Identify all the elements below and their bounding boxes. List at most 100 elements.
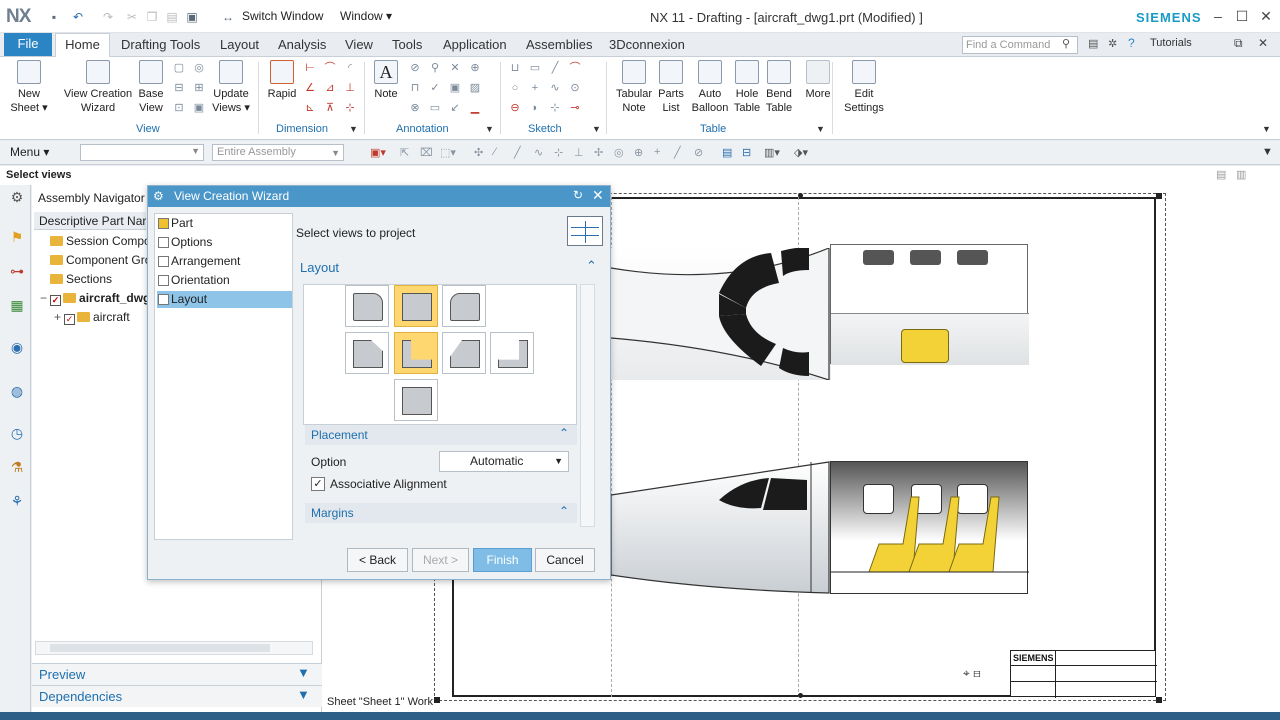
sheet-handle[interactable] [1156, 193, 1162, 199]
chevron-up-icon[interactable]: ⌃ [559, 504, 569, 518]
sketch-ellipse-icon[interactable]: ⊖ [508, 102, 522, 114]
option-select[interactable]: Automatic ▼ [439, 451, 569, 472]
settings-icon[interactable]: ✲ [1108, 37, 1117, 50]
auto-balloon-button[interactable]: Auto Balloon [690, 60, 730, 115]
part-navigator-icon[interactable]: ⚑ [8, 228, 26, 246]
web-browser-icon[interactable]: ◍ [8, 382, 26, 400]
system-materials-icon[interactable]: ⚗ [8, 458, 26, 476]
reuse-library-icon[interactable]: ▦ [8, 296, 26, 314]
sketch-extend-icon[interactable]: ⊸ [568, 102, 582, 114]
list-item[interactable]: Component Gro [50, 253, 151, 267]
view-align-icon[interactable]: ⊡ [172, 102, 186, 114]
close-part-icon[interactable]: ✕ [1258, 36, 1268, 50]
tab-layout[interactable]: Layout [220, 37, 259, 52]
step-options[interactable]: Options [157, 234, 292, 251]
sheet-handle[interactable] [434, 697, 440, 703]
view-tile-top-left-iso[interactable] [345, 285, 389, 327]
sketch-more-icon[interactable]: ▼ [592, 124, 601, 134]
crosshatch-icon[interactable]: ⊗ [408, 102, 422, 114]
ribbon-options-icon[interactable]: ▼ [1262, 124, 1271, 134]
select-all-icon[interactable]: ⇱ [400, 146, 409, 159]
chevron-up-icon[interactable]: ⌃ [559, 426, 569, 440]
close-icon[interactable]: ✕ [1256, 8, 1276, 25]
id-symbol-icon[interactable]: ⊓ [408, 82, 422, 94]
snap-quadrant-icon[interactable]: ⊕ [634, 146, 643, 159]
update-views-button[interactable]: Update Views ▾ [210, 60, 252, 115]
list-item[interactable]: − ✓ aircraft_dwg [40, 291, 150, 306]
symbol-icon[interactable]: ✕ [448, 62, 462, 74]
list-item[interactable]: + ✓ aircraft [54, 310, 130, 325]
more-button[interactable]: More [801, 60, 835, 101]
datum-icon[interactable]: ⚲ [428, 62, 442, 74]
annotation-more-icon[interactable]: ▼ [485, 124, 494, 134]
step-arrangement[interactable]: Arrangement [157, 253, 292, 270]
save-icon[interactable]: ▪ [46, 9, 62, 25]
dimension-more-icon[interactable]: ▼ [349, 124, 358, 134]
view-boundary-icon[interactable]: ▣ [192, 102, 206, 114]
cancel-button[interactable]: Cancel [535, 548, 595, 572]
coordinate-dim-icon[interactable]: ⊹ [343, 102, 357, 114]
sheet-handle[interactable] [1156, 697, 1162, 703]
break-view-icon[interactable]: ⊞ [192, 82, 206, 94]
snap-face-icon[interactable]: ⊘ [694, 146, 703, 159]
tutorials-button[interactable]: Tutorials [1150, 37, 1192, 49]
rapid-dimension-button[interactable]: Rapid [264, 60, 300, 101]
roles-icon[interactable]: ⚘ [8, 492, 26, 510]
note-button[interactable]: A Note [370, 60, 402, 101]
table-more-icon[interactable]: ▼ [816, 124, 825, 134]
deselect-icon[interactable]: ⌧ [420, 146, 433, 159]
centerline-icon[interactable]: ↙ [448, 102, 462, 114]
window-menu[interactable]: Window ▾ [340, 9, 392, 23]
target-point-icon[interactable]: ⊕ [468, 62, 482, 74]
expand-icon[interactable]: + [54, 310, 61, 324]
snap-mid-icon[interactable]: ⁄ [494, 146, 496, 158]
rectangle-select-icon[interactable]: ⬚▾ [440, 146, 456, 159]
snap-tangent-icon[interactable]: ∿ [534, 146, 543, 159]
snap-edge-icon[interactable]: ╱ [674, 146, 681, 159]
ordinate-dim-icon[interactable]: ⊾ [303, 102, 317, 114]
minimize-icon[interactable]: – [1208, 8, 1228, 24]
projected-view-icon[interactable]: ▢ [172, 62, 186, 74]
view-list-icon[interactable]: ▥▾ [764, 146, 780, 159]
gear-icon[interactable]: ⚙ [8, 188, 26, 206]
edit-settings-button[interactable]: Edit Settings [840, 60, 888, 115]
section-view-icon[interactable]: ⊟ [172, 82, 186, 94]
hd3d-tools-icon[interactable]: ◉ [8, 338, 26, 356]
layout-toggle-icon[interactable]: ▤ [1088, 37, 1098, 50]
detail-view-icon[interactable]: ◎ [192, 62, 206, 74]
radial-dim-icon[interactable]: ⌒ [323, 62, 337, 74]
parts-list-button[interactable]: Parts List [654, 60, 688, 115]
restore-ribbon-icon[interactable]: ⧉ [1234, 36, 1243, 51]
base-view-button[interactable]: Base View [134, 60, 168, 115]
arc-dim-icon[interactable]: ◜ [343, 62, 357, 74]
angular-dim-icon[interactable]: ∠ [303, 82, 317, 94]
assembly-navigator-icon[interactable]: ⊶ [8, 262, 26, 280]
menu-button[interactable]: Menu ▾ [10, 145, 49, 159]
finish-button[interactable]: Finish [473, 548, 532, 572]
tab-view[interactable]: View [345, 37, 373, 52]
navigator-column-header[interactable]: Descriptive Part Nar [34, 212, 146, 230]
tab-application[interactable]: Application [443, 37, 507, 52]
snap-end-icon[interactable]: ✣ [474, 146, 483, 159]
snap-intersect-icon[interactable]: ✢ [594, 146, 603, 159]
tab-3dconnexion[interactable]: 3Dconnexion [609, 37, 685, 52]
hatch-icon[interactable]: ▨ [468, 82, 482, 94]
tab-analysis[interactable]: Analysis [278, 37, 326, 52]
tab-file[interactable]: File [4, 33, 52, 56]
step-layout[interactable]: Layout [157, 291, 292, 308]
weld-symbol-icon[interactable]: ▣ [448, 82, 462, 94]
maximize-icon[interactable]: ☐ [1232, 8, 1252, 25]
snap-existing-icon[interactable]: + [654, 146, 660, 158]
snap-line-icon[interactable]: ╱ [514, 146, 521, 159]
type-filter-select[interactable]: ▼ [80, 144, 204, 161]
view-tile-back[interactable] [490, 332, 534, 374]
sketch-point-icon[interactable]: + [528, 82, 542, 94]
paste-icon[interactable]: ▤ [164, 9, 180, 25]
tabular-note-button[interactable]: Tabular Note [612, 60, 656, 115]
toolbar-options-icon[interactable]: ▼ [1262, 146, 1273, 158]
image-icon[interactable]: ▭ [428, 102, 442, 114]
history-icon[interactable]: ◷ [8, 424, 26, 442]
snap-perp-icon[interactable]: ⊥ [574, 146, 584, 159]
reset-icon[interactable]: ↻ [573, 188, 583, 202]
thickness-dim-icon[interactable]: ⊥ [343, 82, 357, 94]
